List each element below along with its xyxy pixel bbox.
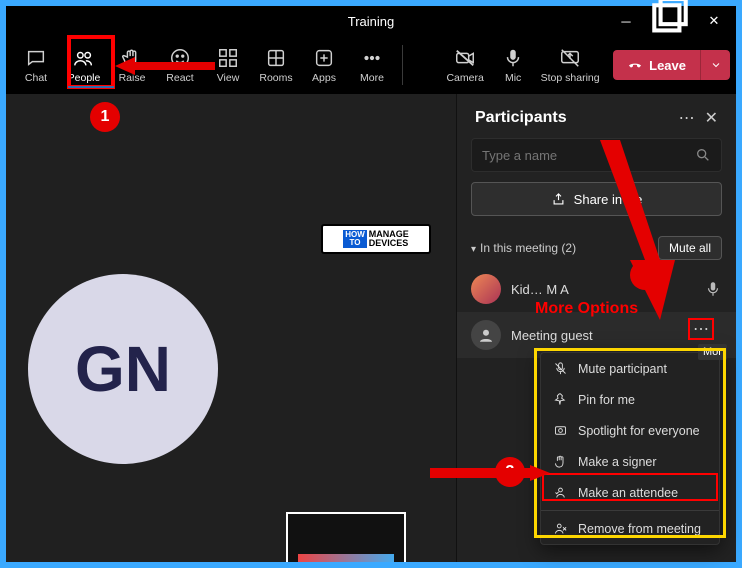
participant-context-menu: Mute participant Pin for me Spotlight fo…: [540, 352, 720, 545]
participant-search[interactable]: [471, 138, 722, 172]
attendee-icon: [553, 485, 568, 500]
rooms-button[interactable]: Rooms: [252, 39, 300, 91]
menu-label: Make an attendee: [578, 486, 678, 500]
more-label: More: [360, 72, 384, 84]
leave-button[interactable]: Leave: [613, 50, 700, 80]
in-meeting-section[interactable]: ▾ In this meeting (2) Mute all: [457, 230, 736, 266]
leave-label: Leave: [649, 58, 686, 73]
apps-button[interactable]: Apps: [300, 39, 348, 91]
share-icon: [551, 192, 566, 207]
hand-icon: [121, 47, 143, 69]
maximize-button[interactable]: [648, 6, 692, 36]
mic-icon: [704, 280, 722, 298]
more-button[interactable]: More: [348, 39, 396, 91]
menu-label: Pin for me: [578, 393, 635, 407]
participant-name: Kid… M A: [511, 282, 694, 297]
participant-avatar-icon: [471, 274, 501, 304]
chat-icon: [25, 47, 47, 69]
view-button[interactable]: View: [204, 39, 252, 91]
people-button[interactable]: People: [60, 39, 108, 91]
annotation-underline: [68, 86, 114, 88]
more-icon: [361, 47, 383, 69]
view-icon: [217, 47, 239, 69]
mic-button[interactable]: Mic: [489, 39, 537, 91]
menu-separator: [541, 510, 719, 511]
chevron-down-icon: [710, 59, 722, 71]
mic-icon: [502, 47, 524, 69]
stop-sharing-button[interactable]: Stop sharing: [537, 39, 603, 91]
hand-icon: [553, 454, 568, 469]
annotation-number-2: 2: [630, 260, 660, 290]
raise-hand-button[interactable]: Raise: [108, 39, 156, 91]
menu-remove[interactable]: Remove from meeting: [541, 513, 719, 544]
remove-icon: [553, 521, 568, 536]
guest-avatar-icon: [471, 320, 501, 350]
react-icon: [169, 47, 191, 69]
leave-dropdown-button[interactable]: [700, 50, 730, 80]
self-preview-thumb[interactable]: [286, 512, 406, 562]
camera-icon: [454, 47, 476, 69]
panel-title: Participants: [475, 109, 567, 127]
participant-avatar: GN: [28, 274, 218, 464]
chevron-down-icon: ▾: [471, 244, 476, 255]
mute-icon: [553, 361, 568, 376]
watermark: HOWTO MANAGEDEVICES: [321, 224, 431, 254]
camera-button[interactable]: Camera: [441, 39, 489, 91]
chat-label: Chat: [25, 72, 47, 84]
panel-more-icon[interactable]: ⋯: [679, 108, 695, 128]
menu-make-attendee[interactable]: Make an attendee: [541, 477, 719, 508]
toolbar-divider: [402, 45, 403, 85]
apps-icon: [313, 47, 335, 69]
in-meeting-label: In this meeting (2): [480, 241, 576, 255]
menu-mute-participant[interactable]: Mute participant: [541, 353, 719, 384]
apps-label: Apps: [312, 72, 336, 84]
phone-down-icon: [627, 57, 643, 73]
avatar-initials: GN: [75, 332, 171, 406]
people-label: People: [68, 72, 101, 84]
panel-close-icon[interactable]: ✕: [705, 108, 718, 128]
participant-row[interactable]: Kid… M A: [457, 266, 736, 312]
menu-label: Make a signer: [578, 455, 657, 469]
mic-label: Mic: [505, 72, 521, 84]
participant-name: Meeting guest: [511, 328, 722, 343]
meeting-toolbar: Chat People Raise React View Rooms Apps: [6, 36, 736, 94]
panel-header: Participants ⋯ ✕: [457, 94, 736, 138]
rooms-icon: [265, 47, 287, 69]
minimize-button[interactable]: ─: [604, 6, 648, 36]
mute-all-button[interactable]: Mute all: [658, 236, 722, 260]
react-label: React: [166, 72, 193, 84]
rooms-label: Rooms: [259, 72, 292, 84]
share-invite-label: Share invite: [574, 192, 643, 207]
people-icon: [73, 47, 95, 69]
react-button[interactable]: React: [156, 39, 204, 91]
stop-sharing-icon: [559, 47, 581, 69]
spotlight-icon: [553, 423, 568, 438]
menu-label: Spotlight for everyone: [578, 424, 700, 438]
pin-icon: [553, 392, 568, 407]
menu-pin-for-me[interactable]: Pin for me: [541, 384, 719, 415]
annotation-number-1: 1: [90, 102, 120, 132]
stop-sharing-label: Stop sharing: [541, 72, 600, 84]
menu-make-signer[interactable]: Make a signer: [541, 446, 719, 477]
raise-label: Raise: [119, 72, 146, 84]
share-invite-button[interactable]: Share invite: [471, 182, 722, 216]
window-controls: ─ ✕: [604, 6, 736, 36]
search-icon: [695, 147, 711, 163]
camera-label: Camera: [446, 72, 483, 84]
window-title: Training: [348, 14, 394, 29]
leave-group: Leave: [613, 50, 730, 80]
titlebar: Training ─ ✕: [6, 6, 736, 36]
search-input[interactable]: [482, 148, 687, 163]
menu-label: Remove from meeting: [578, 522, 701, 536]
close-button[interactable]: ✕: [692, 6, 736, 36]
view-label: View: [217, 72, 240, 84]
more-tooltip: Mor: [698, 344, 727, 360]
menu-spotlight[interactable]: Spotlight for everyone: [541, 415, 719, 446]
menu-label: Mute participant: [578, 362, 667, 376]
chat-button[interactable]: Chat: [12, 39, 60, 91]
annotation-number-3: 3: [495, 457, 525, 487]
meeting-stage: GN HOWTO MANAGEDEVICES: [6, 94, 456, 562]
